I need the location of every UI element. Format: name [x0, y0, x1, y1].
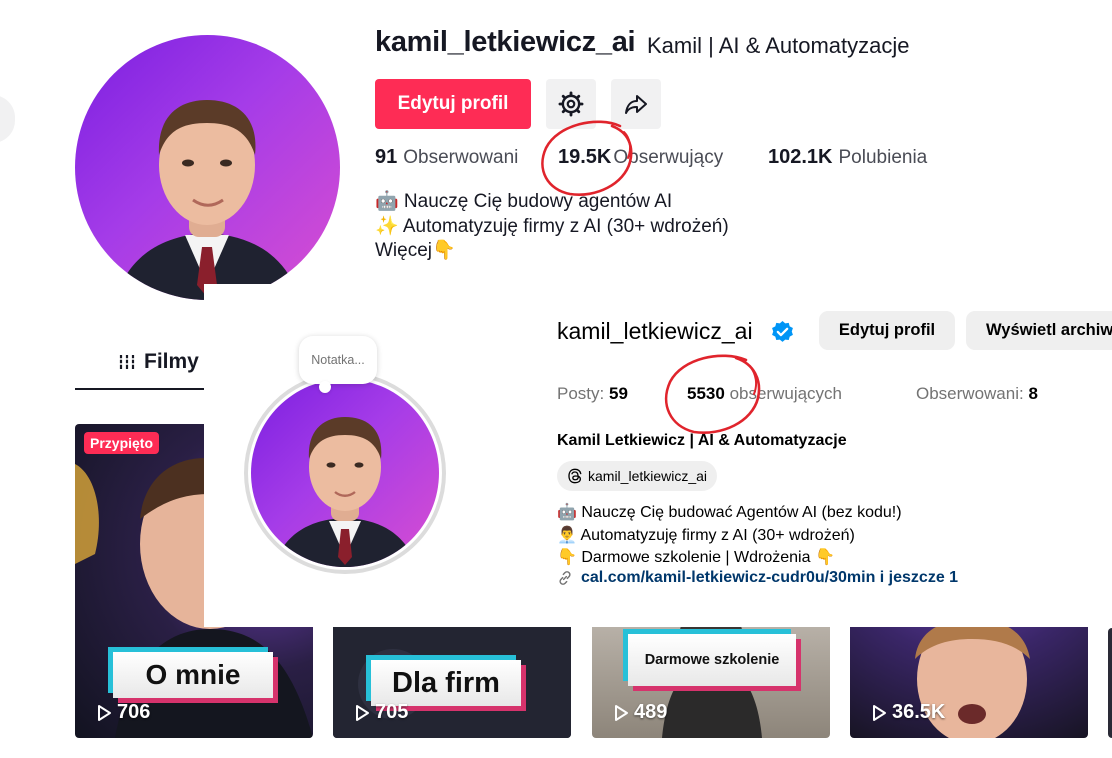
following-stat[interactable]: 91 Obserwowani [375, 146, 518, 169]
bio-line: 👨‍💼 Automatyzuję firmy z AI (30+ wdrożeń… [557, 526, 855, 544]
share-button[interactable] [611, 79, 661, 129]
play-icon [356, 704, 369, 721]
bio-line: ✨ Automatyzuję firmy z AI (30+ wdrożeń) [375, 215, 729, 237]
settings-button[interactable] [546, 79, 596, 129]
following-label: Obserwowani [403, 147, 519, 168]
bio-line: 🤖 Nauczę Cię budowy agentów AI [375, 191, 673, 212]
followers-count: 5530 [687, 384, 725, 403]
list-icon [118, 355, 136, 369]
followers-count: 19.5K [558, 146, 612, 168]
active-tab-indicator [75, 388, 205, 390]
followers-label: Obserwujący [613, 147, 724, 168]
person-portrait [273, 417, 417, 567]
bio-line: 🤖 Nauczę Cię budować Agentów AI (bez kod… [557, 504, 902, 521]
video-caption: Darmowe szkolenie [628, 634, 796, 686]
likes-label: Polubienia [838, 147, 928, 168]
bio-link-text: cal.com/kamil-letkiewicz-cudr0u/30min i … [581, 569, 959, 586]
play-icon [98, 704, 111, 721]
instagram-username: kamil_letkiewicz_ai [557, 318, 753, 344]
play-icon [615, 704, 628, 721]
video-caption: Dla firm [371, 660, 521, 706]
posts-stat: Posty: 59 [557, 384, 628, 404]
person-portrait [115, 100, 300, 300]
following-count: 8 [1028, 384, 1038, 403]
posts-label: Posty: [557, 384, 605, 403]
video-caption: O mnie [113, 652, 273, 698]
following-label: Obserwowani: [916, 384, 1024, 403]
side-nav-edge [0, 95, 15, 143]
tiktok-nickname: Kamil | AI & Automatyzacje [647, 33, 910, 58]
play-icon [873, 704, 886, 721]
play-count: 36.5K [870, 701, 945, 724]
note-bubble[interactable]: Notatka... [299, 336, 377, 393]
play-count-value: 36.5K [892, 701, 946, 723]
followers-label: obserwujących [729, 384, 843, 403]
bio-more-link[interactable]: Więcej👇 [375, 239, 729, 264]
tiktok-username: kamil_letkiewicz_ai [375, 26, 636, 58]
followers-stat[interactable]: 19.5K Obserwujący [558, 146, 723, 169]
threads-link[interactable]: kamil_letkiewicz_ai [557, 461, 718, 491]
instagram-avatar[interactable] [251, 379, 439, 567]
threads-handle: kamil_letkiewicz_ai [588, 468, 708, 484]
likes-count: 102.1K [768, 146, 833, 168]
following-stat[interactable]: Obserwowani: 8 [916, 384, 1038, 404]
threads-icon [568, 468, 582, 484]
play-count: 706 [95, 701, 150, 724]
play-count: 705 [353, 701, 408, 724]
play-count: 489 [612, 701, 667, 724]
play-count-value: 489 [634, 701, 668, 723]
bio-line: 👇 Darmowe szkolenie | Wdrożenia 👇 [557, 549, 835, 566]
tiktok-edit-profile-button[interactable]: Edytuj profil [375, 79, 531, 129]
link-icon [559, 571, 571, 585]
pinned-badge: Przypięto [84, 432, 160, 454]
play-count-value: 705 [375, 701, 409, 723]
likes-stat: 102.1K Polubienia [768, 146, 927, 169]
settings-gear-icon [558, 91, 584, 117]
following-count: 91 [375, 146, 398, 168]
instagram-full-name: Kamil Letkiewicz | AI & Automatyzacje [557, 432, 847, 449]
bio-external-link[interactable]: cal.com/kamil-letkiewicz-cudr0u/30min i … [557, 569, 958, 587]
share-arrow-icon [625, 95, 647, 114]
instagram-bio: 🤖 Nauczę Cię budować Agentów AI (bez kod… [557, 502, 902, 570]
instagram-edit-profile-button[interactable]: Edytuj profil [819, 311, 955, 350]
play-count-value: 706 [117, 701, 151, 723]
view-archive-button[interactable]: Wyświetl archiw [966, 311, 1112, 350]
tab-videos[interactable]: Filmy [118, 350, 199, 374]
tiktok-bio: 🤖 Nauczę Cię budowy agentów AI ✨ Automat… [375, 190, 729, 264]
posts-count: 59 [608, 384, 628, 403]
followers-stat[interactable]: 5530 obserwujących [687, 384, 842, 404]
tiktok-avatar[interactable] [75, 35, 340, 300]
video-card-partial[interactable] [1108, 628, 1112, 738]
tab-videos-label: Filmy [144, 350, 199, 373]
verified-badge-icon [772, 321, 793, 342]
